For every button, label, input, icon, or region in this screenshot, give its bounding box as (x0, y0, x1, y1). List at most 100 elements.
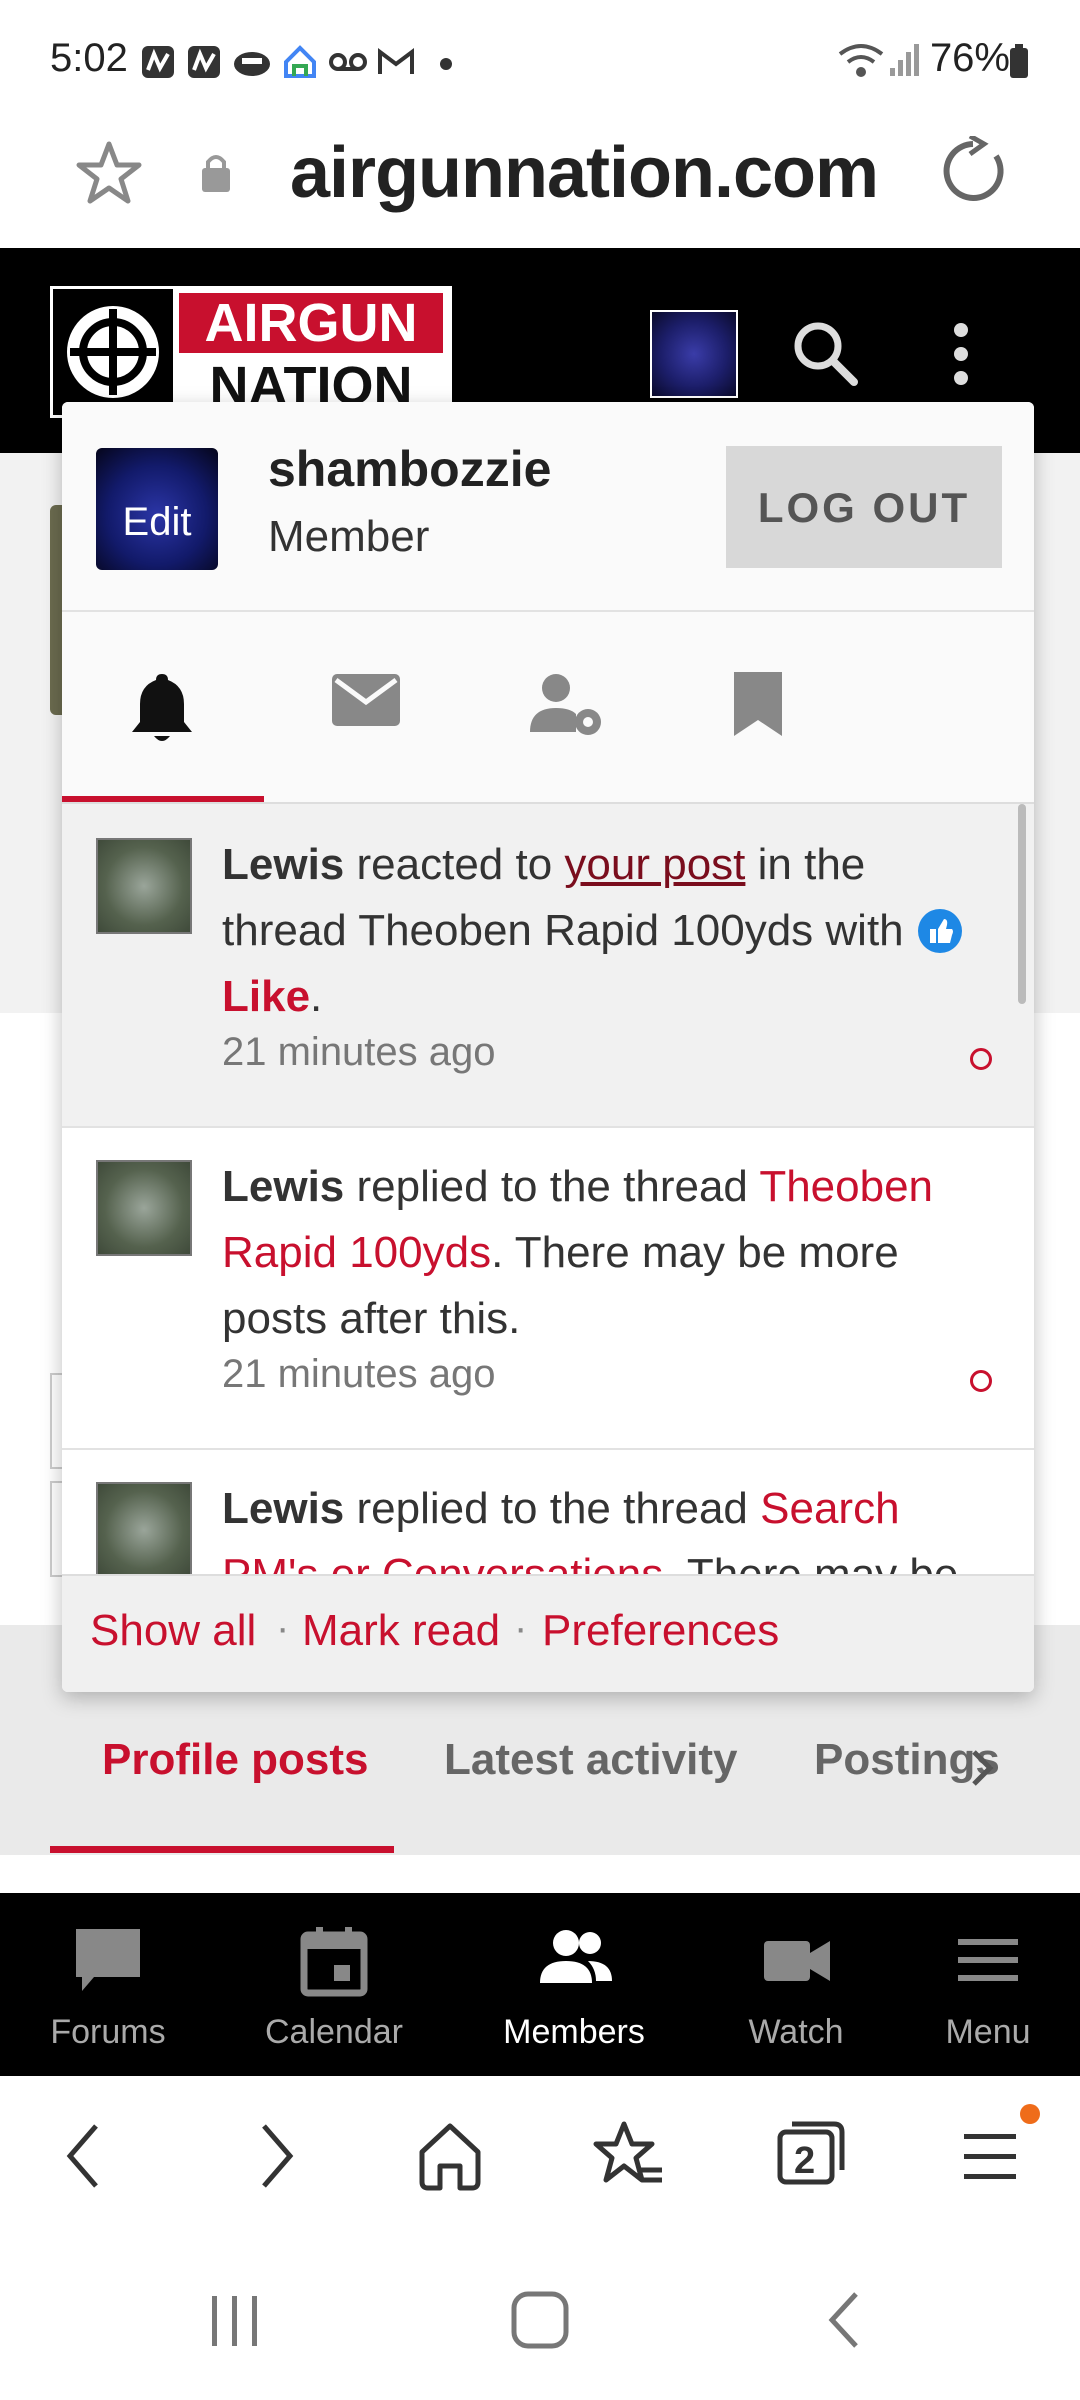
tab-alerts[interactable] (62, 612, 262, 802)
popup-avatar[interactable]: Edit (96, 448, 218, 570)
bell-icon (132, 674, 192, 741)
tab-profile-posts[interactable]: Profile posts (102, 1735, 369, 1785)
nav-label: Watch (748, 2013, 844, 2051)
alert-user[interactable]: Lewis (222, 1484, 344, 1533)
voicemail-icon (329, 53, 367, 71)
alert-avatar[interactable] (96, 838, 192, 934)
alerts-list: Lewis reacted to your post in the thread… (62, 804, 1034, 1574)
lock-icon (202, 155, 230, 192)
back-nav-icon[interactable] (820, 2290, 870, 2350)
alert-text-part: replied to the thread (344, 1484, 761, 1533)
alert-text: Lewis replied to the thread Theoben Rapi… (222, 1154, 992, 1352)
tab-bookmarks[interactable] (662, 612, 862, 802)
logo-mark (53, 289, 173, 415)
popup-tabs (62, 612, 1034, 804)
alert-text-part: replied to the thread (344, 1162, 760, 1211)
alert-text-part: . (310, 972, 323, 1021)
tab-account-settings[interactable] (462, 612, 662, 802)
unread-toggle[interactable] (970, 1370, 992, 1392)
logout-button[interactable]: LOG OUT (726, 446, 1002, 568)
preferences-link[interactable]: Preferences (542, 1606, 779, 1656)
chevron-right-icon[interactable] (968, 1748, 996, 1788)
nav-label: Forums (50, 2013, 166, 2051)
alert-item[interactable]: Lewis replied to the thread Theoben Rapi… (62, 1126, 1034, 1450)
popup-user-title: Member (268, 512, 430, 561)
alert-text: Lewis reacted to your post in the thread… (222, 832, 992, 1030)
battery-icon (1010, 44, 1028, 78)
alert-avatar[interactable] (96, 1160, 192, 1256)
alert-avatar[interactable] (96, 1482, 192, 1574)
nav-menu[interactable]: Menu (880, 1893, 1080, 2076)
members-icon (540, 1930, 612, 1983)
mail-icon (332, 674, 400, 726)
star-icon[interactable] (74, 138, 144, 208)
back-icon[interactable] (60, 2116, 110, 2196)
active-tab-indicator (62, 796, 264, 802)
alert-user[interactable]: Lewis (222, 840, 344, 889)
avatar-edit-label[interactable]: Edit (96, 500, 218, 545)
wifi-icon (838, 44, 884, 77)
nav-members[interactable]: Members (466, 1893, 682, 2076)
mark-read-link[interactable]: Mark read (302, 1606, 500, 1656)
gmail-icon (378, 48, 414, 74)
nav-forums[interactable]: Forums (0, 1893, 216, 2076)
popup-footer: Show all · Mark read · Preferences (62, 1574, 1034, 1692)
home-icon[interactable] (414, 2116, 486, 2196)
recents-icon[interactable] (206, 2290, 266, 2350)
forums-icon (76, 1929, 140, 1991)
status-time: 5:02 (50, 36, 128, 80)
profile-tab-indicator (50, 1846, 394, 1853)
site-bottom-nav: Forums Calendar Members Watch Menu (0, 1893, 1080, 2076)
app-icon (188, 46, 220, 78)
crosshair-icon (67, 306, 159, 398)
url-text[interactable]: airgunnation.com (290, 132, 879, 214)
nav-watch[interactable]: Watch (688, 1893, 904, 2076)
account-settings-icon (530, 674, 601, 735)
site-logo[interactable]: AIRGUN NATION (50, 286, 452, 418)
logo-text-top: AIRGUN (179, 293, 443, 353)
signal-icon (890, 44, 919, 76)
alert-item[interactable]: Lewis reacted to your post in the thread… (62, 804, 1034, 1128)
battery-percent: 76% (929, 36, 1010, 80)
alert-link[interactable]: your post (564, 840, 745, 889)
forward-icon[interactable] (250, 2116, 300, 2196)
bookmark-icon (734, 672, 782, 736)
calendar-icon (300, 1927, 368, 1997)
menu-icon (958, 1939, 1018, 1981)
tabs-button[interactable]: 2 (776, 2116, 846, 2188)
nav-label: Calendar (265, 2013, 403, 2051)
alert-time: 21 minutes ago (222, 1030, 496, 1074)
alert-user[interactable]: Lewis (222, 1162, 344, 1211)
home-nav-icon[interactable] (510, 2290, 570, 2350)
nav-label: Members (503, 2013, 645, 2051)
like-icon (917, 909, 962, 953)
search-icon[interactable] (790, 318, 860, 388)
browser-url-bar: airgunnation.com (0, 100, 1080, 246)
reaction-label: Like (222, 972, 311, 1021)
tab-count: 2 (794, 2140, 816, 2182)
reload-icon[interactable] (938, 136, 1008, 206)
unread-toggle[interactable] (970, 1048, 992, 1070)
tab-conversations[interactable] (262, 612, 462, 802)
more-vert-icon[interactable] (946, 318, 976, 388)
nav-calendar[interactable]: Calendar (226, 1893, 442, 2076)
alert-item[interactable]: Lewis replied to the thread Search PM's … (62, 1448, 1034, 1574)
browser-toolbar: 2 (0, 2076, 1080, 2246)
tab-latest-activity[interactable]: Latest activity (444, 1735, 737, 1785)
system-nav-bar (0, 2246, 1080, 2400)
google-home-icon (284, 45, 316, 78)
status-bar: 5:02 76% (0, 0, 1080, 100)
account-popup: Edit shambozzie Member LOG OUT Lewis rea… (62, 402, 1034, 1692)
footer-separator: · (276, 1606, 290, 1650)
bookmarks-star-icon[interactable] (592, 2116, 668, 2196)
alerts-scrollbar[interactable] (1018, 804, 1026, 1004)
alert-text-part: reacted to (344, 840, 565, 889)
browser-menu-icon[interactable] (960, 2116, 1020, 2196)
footer-separator: · (514, 1606, 528, 1650)
show-all-link[interactable]: Show all (90, 1606, 256, 1656)
popup-username[interactable]: shambozzie (268, 440, 551, 498)
popup-user-box: Edit shambozzie Member LOG OUT (62, 402, 1034, 612)
dot-icon (440, 58, 452, 70)
notification-badge (1020, 2104, 1040, 2124)
header-avatar[interactable] (650, 310, 738, 398)
